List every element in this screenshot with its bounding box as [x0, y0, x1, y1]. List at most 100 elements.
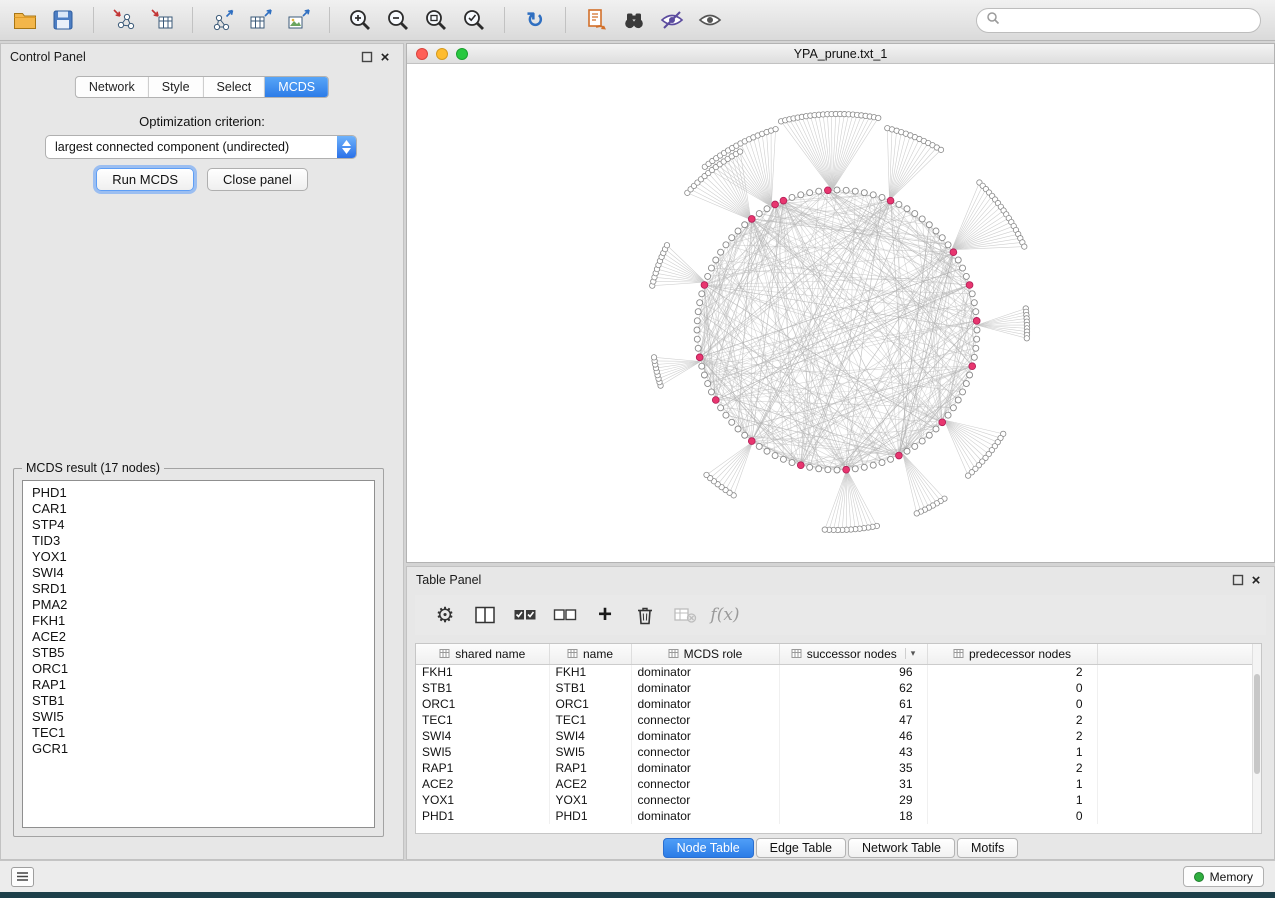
sort-dropdown-icon[interactable]: ▾ — [905, 648, 916, 659]
table-row[interactable]: SWI5SWI5connector431 — [416, 744, 1261, 760]
table-scrollbar[interactable] — [1252, 644, 1261, 833]
tab-motifs[interactable]: Motifs — [957, 838, 1018, 858]
mcds-result-item[interactable]: GCR1 — [32, 741, 365, 757]
delete-column-trash-icon[interactable] — [627, 599, 663, 631]
close-window-icon[interactable] — [416, 48, 428, 60]
table-row[interactable]: ACE2ACE2connector311 — [416, 776, 1261, 792]
mcds-result-item[interactable]: CAR1 — [32, 501, 365, 517]
export-table-icon[interactable] — [244, 4, 278, 36]
memory-button[interactable]: Memory — [1183, 866, 1264, 887]
save-icon[interactable] — [46, 4, 80, 36]
tab-network-table[interactable]: Network Table — [848, 838, 955, 858]
tab-style[interactable]: Style — [149, 77, 204, 97]
table-row[interactable]: YOX1YOX1connector291 — [416, 792, 1261, 808]
cell-predecessors: 2 — [927, 760, 1097, 776]
export-image-icon[interactable] — [282, 4, 316, 36]
close-panel-icon[interactable]: × — [376, 49, 394, 65]
criterion-select[interactable]: largest connected component (undirected) — [45, 135, 357, 159]
deselect-all-columns-icon[interactable] — [547, 599, 583, 631]
binoculars-icon[interactable] — [617, 4, 651, 36]
column-header-shared-name[interactable]: shared name — [416, 644, 549, 664]
export-network-icon[interactable] — [206, 4, 240, 36]
table-row[interactable]: ORC1ORC1dominator610 — [416, 696, 1261, 712]
table-row[interactable]: STB1STB1dominator620 — [416, 680, 1261, 696]
table-row[interactable]: TEC1TEC1connector472 — [416, 712, 1261, 728]
import-network-icon[interactable] — [107, 4, 141, 36]
tab-mcds[interactable]: MCDS — [265, 77, 328, 97]
scrollbar-thumb[interactable] — [1254, 674, 1260, 774]
zoom-in-icon[interactable] — [343, 4, 377, 36]
cell-successors: 96 — [779, 664, 927, 680]
mcds-result-item[interactable]: SWI5 — [32, 709, 365, 725]
status-bar: Memory — [0, 860, 1275, 892]
float-panel-icon[interactable] — [1229, 572, 1247, 588]
network-window: YPA_prune.txt_1 — [406, 43, 1275, 563]
zoom-out-icon[interactable] — [381, 4, 415, 36]
zoom-fit-icon[interactable] — [419, 4, 453, 36]
network-graph[interactable] — [407, 64, 1274, 562]
table-row[interactable]: PHD1PHD1dominator180 — [416, 808, 1261, 824]
mcds-result-item[interactable]: YOX1 — [32, 549, 365, 565]
mcds-result-item[interactable]: PHD1 — [32, 485, 365, 501]
tab-node-table[interactable]: Node Table — [663, 838, 754, 858]
node-table[interactable]: shared name name MCDS role successor nod… — [415, 643, 1262, 834]
mcds-result-item[interactable]: TID3 — [32, 533, 365, 549]
column-header-mcds-role[interactable]: MCDS role — [631, 644, 779, 664]
open-folder-icon[interactable] — [8, 4, 42, 36]
cell-predecessors: 0 — [927, 696, 1097, 712]
zoom-selected-icon[interactable] — [457, 4, 491, 36]
close-panel-icon[interactable]: × — [1247, 572, 1265, 588]
import-table-icon[interactable] — [145, 4, 179, 36]
search-box[interactable] — [976, 8, 1261, 33]
cell-name: ORC1 — [549, 696, 631, 712]
network-window-title: YPA_prune.txt_1 — [794, 47, 888, 61]
zoom-window-icon[interactable] — [456, 48, 468, 60]
network-window-titlebar[interactable]: YPA_prune.txt_1 — [407, 44, 1274, 64]
minimize-window-icon[interactable] — [436, 48, 448, 60]
refresh-glyph: ↻ — [526, 10, 544, 31]
tab-network[interactable]: Network — [76, 77, 149, 97]
mcds-result-item[interactable]: FKH1 — [32, 613, 365, 629]
table-row[interactable]: SWI4SWI4dominator462 — [416, 728, 1261, 744]
refresh-icon[interactable]: ↻ — [518, 4, 552, 36]
column-header-name[interactable]: name — [549, 644, 631, 664]
mcds-result-item[interactable]: SWI4 — [32, 565, 365, 581]
column-layout-icon[interactable] — [467, 599, 503, 631]
table-settings-gear-icon[interactable]: ⚙ — [427, 599, 463, 631]
close-panel-button[interactable]: Close panel — [207, 168, 308, 191]
mcds-result-item[interactable]: SRD1 — [32, 581, 365, 597]
cell-filler — [1097, 792, 1261, 808]
select-stepper-icon — [337, 136, 356, 158]
cell-role: dominator — [631, 664, 779, 680]
plus-glyph: + — [598, 605, 612, 624]
cell-role: dominator — [631, 760, 779, 776]
table-grid-icon — [953, 648, 964, 659]
cell-successors: 46 — [779, 728, 927, 744]
mcds-result-item[interactable]: STB1 — [32, 693, 365, 709]
search-input[interactable] — [1006, 12, 1251, 29]
table-row[interactable]: RAP1RAP1dominator352 — [416, 760, 1261, 776]
mcds-result-item[interactable]: STB5 — [32, 645, 365, 661]
panel-menu-icon[interactable] — [11, 867, 34, 887]
mcds-result-list[interactable]: PHD1CAR1STP4TID3YOX1SWI4SRD1PMA2FKH1ACE2… — [22, 480, 375, 828]
mcds-result-item[interactable]: ACE2 — [32, 629, 365, 645]
table-row[interactable]: FKH1FKH1dominator962 — [416, 664, 1261, 680]
select-all-columns-icon[interactable] — [507, 599, 543, 631]
network-canvas[interactable] — [407, 64, 1274, 562]
mcds-result-item[interactable]: PMA2 — [32, 597, 365, 613]
tab-edge-table[interactable]: Edge Table — [756, 838, 846, 858]
mcds-result-item[interactable]: RAP1 — [32, 677, 365, 693]
run-mcds-button[interactable]: Run MCDS — [96, 168, 194, 191]
create-column-plus-icon[interactable]: + — [587, 599, 623, 631]
column-header-predecessor-nodes[interactable]: predecessor nodes — [927, 644, 1097, 664]
mcds-result-item[interactable]: TEC1 — [32, 725, 365, 741]
float-panel-icon[interactable] — [358, 49, 376, 65]
mcds-result-item[interactable]: ORC1 — [32, 661, 365, 677]
mcds-result-item[interactable]: STP4 — [32, 517, 365, 533]
share-document-icon[interactable] — [579, 4, 613, 36]
cell-filler — [1097, 696, 1261, 712]
hide-selected-icon[interactable] — [655, 4, 689, 36]
tab-select[interactable]: Select — [204, 77, 266, 97]
show-all-icon[interactable] — [693, 4, 727, 36]
column-header-successor-nodes[interactable]: successor nodes ▾ — [779, 644, 927, 664]
